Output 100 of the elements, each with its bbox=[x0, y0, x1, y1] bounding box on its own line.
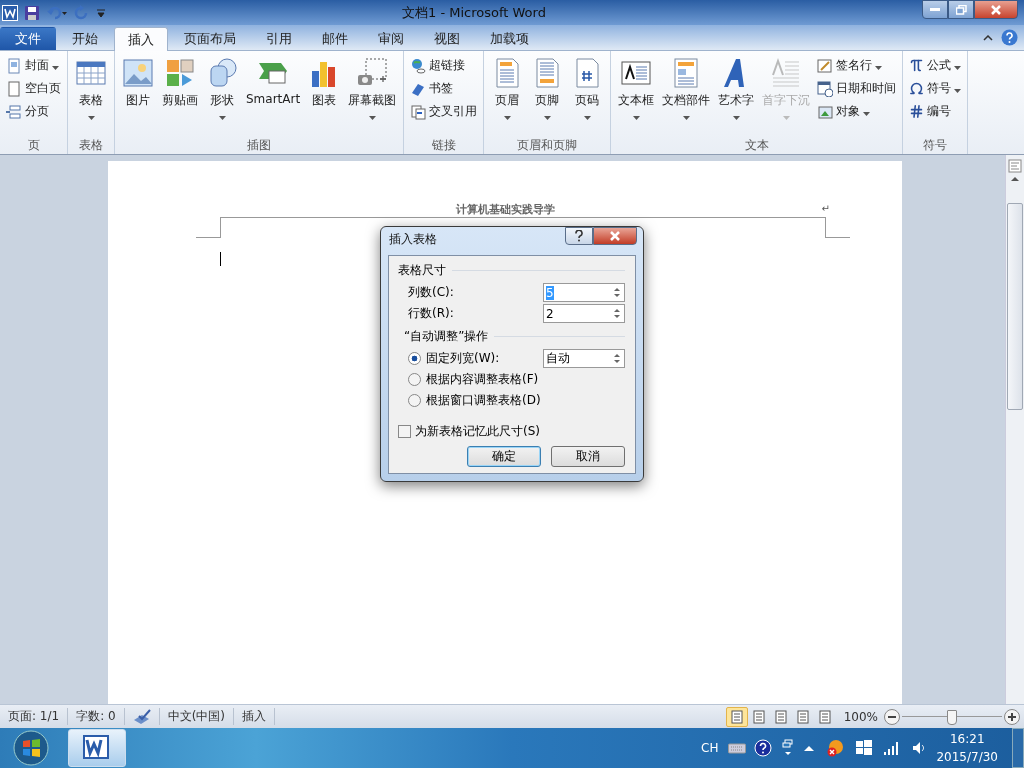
ribbon-button[interactable]: 对象 bbox=[815, 101, 899, 122]
object-icon bbox=[817, 103, 834, 120]
view-button[interactable] bbox=[725, 706, 748, 727]
vertical-scrollbar[interactable] bbox=[1005, 155, 1024, 704]
ribbon-button[interactable]: 书签 bbox=[408, 78, 480, 99]
radio-button[interactable] bbox=[408, 352, 421, 365]
clock-date[interactable]: 2015/7/30 bbox=[936, 748, 998, 766]
caret-icon bbox=[954, 88, 962, 93]
ok-button[interactable]: 确定 bbox=[467, 446, 541, 467]
zoom-out-button[interactable] bbox=[884, 708, 900, 725]
ribbon-tab[interactable]: 加载项 bbox=[476, 27, 543, 50]
dialog-close-button[interactable] bbox=[593, 227, 637, 245]
question-mark-icon bbox=[575, 230, 583, 242]
signature-icon bbox=[817, 57, 834, 74]
ribbon-button[interactable]: 超链接 bbox=[408, 55, 480, 76]
ribbon-button[interactable]: 编号 bbox=[907, 101, 964, 122]
checkbox-label[interactable]: 为新表格记忆此尺寸(S) bbox=[415, 423, 625, 440]
spin-field[interactable]: 2 bbox=[543, 304, 625, 323]
page-break-icon bbox=[6, 103, 22, 120]
ribbon-button[interactable]: 图片 bbox=[119, 55, 157, 136]
close-icon bbox=[610, 231, 620, 241]
help-icon[interactable] bbox=[754, 739, 773, 757]
ribbon-button[interactable]: 页脚 bbox=[528, 55, 567, 136]
ribbon-button[interactable]: 分页 bbox=[4, 101, 63, 122]
volume-icon[interactable] bbox=[912, 741, 927, 755]
zoom-in-button[interactable] bbox=[1004, 708, 1020, 725]
ribbon-button[interactable]: 屏幕截图 bbox=[345, 55, 400, 136]
minimize-button[interactable] bbox=[922, 0, 948, 19]
zoom-level[interactable]: 100% bbox=[843, 709, 878, 724]
radio-button[interactable] bbox=[408, 394, 421, 407]
ribbon-button[interactable]: 形状 bbox=[203, 55, 241, 136]
option-label[interactable]: 固定列宽(W): bbox=[426, 350, 543, 367]
window-title: 文档1 - Microsoft Word bbox=[402, 3, 547, 22]
ruler-toggle-icon[interactable] bbox=[1008, 159, 1022, 173]
clock-time[interactable]: 16:21 bbox=[949, 730, 985, 748]
ribbon-button[interactable]: 剪贴画 bbox=[159, 55, 201, 136]
collapse-ribbon-icon[interactable] bbox=[983, 34, 993, 41]
ribbon-button[interactable]: 页眉 bbox=[488, 55, 527, 136]
cross-reference-icon bbox=[410, 103, 427, 120]
ribbon-button[interactable]: 表格 bbox=[72, 55, 110, 136]
close-button[interactable] bbox=[974, 0, 1018, 19]
plus-icon bbox=[1008, 712, 1016, 721]
scroll-up-icon[interactable] bbox=[1010, 175, 1020, 183]
page-view-icon bbox=[729, 709, 744, 724]
ribbon-button[interactable]: 封面 bbox=[4, 55, 63, 76]
input-language[interactable]: CH bbox=[701, 741, 719, 755]
ribbon-tab[interactable]: 页面布局 bbox=[170, 27, 250, 50]
caret-icon bbox=[52, 65, 59, 70]
checkbox[interactable] bbox=[398, 425, 411, 438]
option-label[interactable]: 根据窗口调整表格(D) bbox=[426, 392, 625, 409]
zoom-slider[interactable] bbox=[902, 708, 1002, 725]
ribbon-button[interactable]: SmartArt bbox=[243, 55, 304, 136]
taskbar-word-button[interactable] bbox=[68, 729, 126, 767]
caret-icon bbox=[543, 116, 551, 120]
caret-icon bbox=[583, 116, 591, 120]
undo-icon[interactable] bbox=[46, 4, 68, 21]
insert-mode-status[interactable]: 插入 bbox=[234, 708, 276, 725]
save-icon[interactable] bbox=[24, 4, 40, 21]
ribbon-button[interactable]: 公式 bbox=[907, 55, 964, 76]
signal-icon[interactable] bbox=[884, 741, 901, 755]
ribbon-tab[interactable]: 视图 bbox=[420, 27, 474, 50]
ribbon-button[interactable]: 交叉引用 bbox=[408, 101, 480, 122]
network-error-icon[interactable] bbox=[826, 739, 845, 757]
caret-icon bbox=[503, 116, 511, 120]
ribbon-tab[interactable]: 审阅 bbox=[364, 27, 418, 50]
ribbon-tab[interactable]: 引用 bbox=[252, 27, 306, 50]
ribbon-tab[interactable]: 插入 bbox=[114, 27, 168, 51]
ribbon-button[interactable]: 文档部件 bbox=[659, 55, 714, 136]
keyboard-icon[interactable] bbox=[728, 742, 747, 754]
group-label: 符号 bbox=[922, 137, 949, 154]
language-status[interactable]: 中文(中国) bbox=[158, 708, 235, 725]
scroll-thumb[interactable] bbox=[1007, 203, 1023, 410]
cancel-button[interactable]: 取消 bbox=[551, 446, 625, 467]
ribbon-button[interactable]: 文本框 bbox=[615, 55, 658, 136]
ribbon-button[interactable]: 空白页 bbox=[4, 78, 63, 99]
ribbon-tab[interactable]: 邮件 bbox=[308, 27, 362, 50]
option-label[interactable]: 根据内容调整表格(F) bbox=[426, 371, 625, 388]
restore-button[interactable] bbox=[948, 0, 974, 19]
ribbon-button[interactable]: 日期和时间 bbox=[815, 78, 899, 99]
page-view-icon bbox=[817, 709, 832, 724]
radio-button[interactable] bbox=[408, 373, 421, 386]
page-view-icon bbox=[795, 709, 810, 724]
calendar-clock-icon bbox=[817, 80, 834, 97]
file-tab[interactable]: 文件 bbox=[0, 27, 56, 50]
windows-logo-icon[interactable] bbox=[856, 740, 873, 756]
paragraph-mark: ↵ bbox=[821, 203, 830, 214]
ribbon-button[interactable]: 符号 bbox=[907, 78, 964, 99]
dialog-help-button[interactable] bbox=[565, 227, 593, 245]
window-switch-icon[interactable] bbox=[782, 739, 795, 757]
word-count[interactable]: 字数: 0 bbox=[68, 708, 125, 725]
ribbon-button[interactable]: 图表 bbox=[305, 55, 344, 136]
ribbon-button[interactable]: 页码 bbox=[568, 55, 607, 136]
dialog-title: 插入表格 bbox=[389, 230, 438, 248]
ribbon-tab[interactable]: 开始 bbox=[58, 27, 112, 50]
ribbon-button[interactable]: 签名行 bbox=[815, 55, 899, 76]
ribbon-button[interactable]: 艺术字 bbox=[715, 55, 758, 136]
spin-field[interactable]: 自动 bbox=[543, 349, 625, 368]
show-hidden-icons-icon[interactable] bbox=[804, 745, 815, 751]
word-logo-icon bbox=[2, 4, 18, 21]
page-count[interactable]: 页面: 1/1 bbox=[0, 708, 69, 725]
